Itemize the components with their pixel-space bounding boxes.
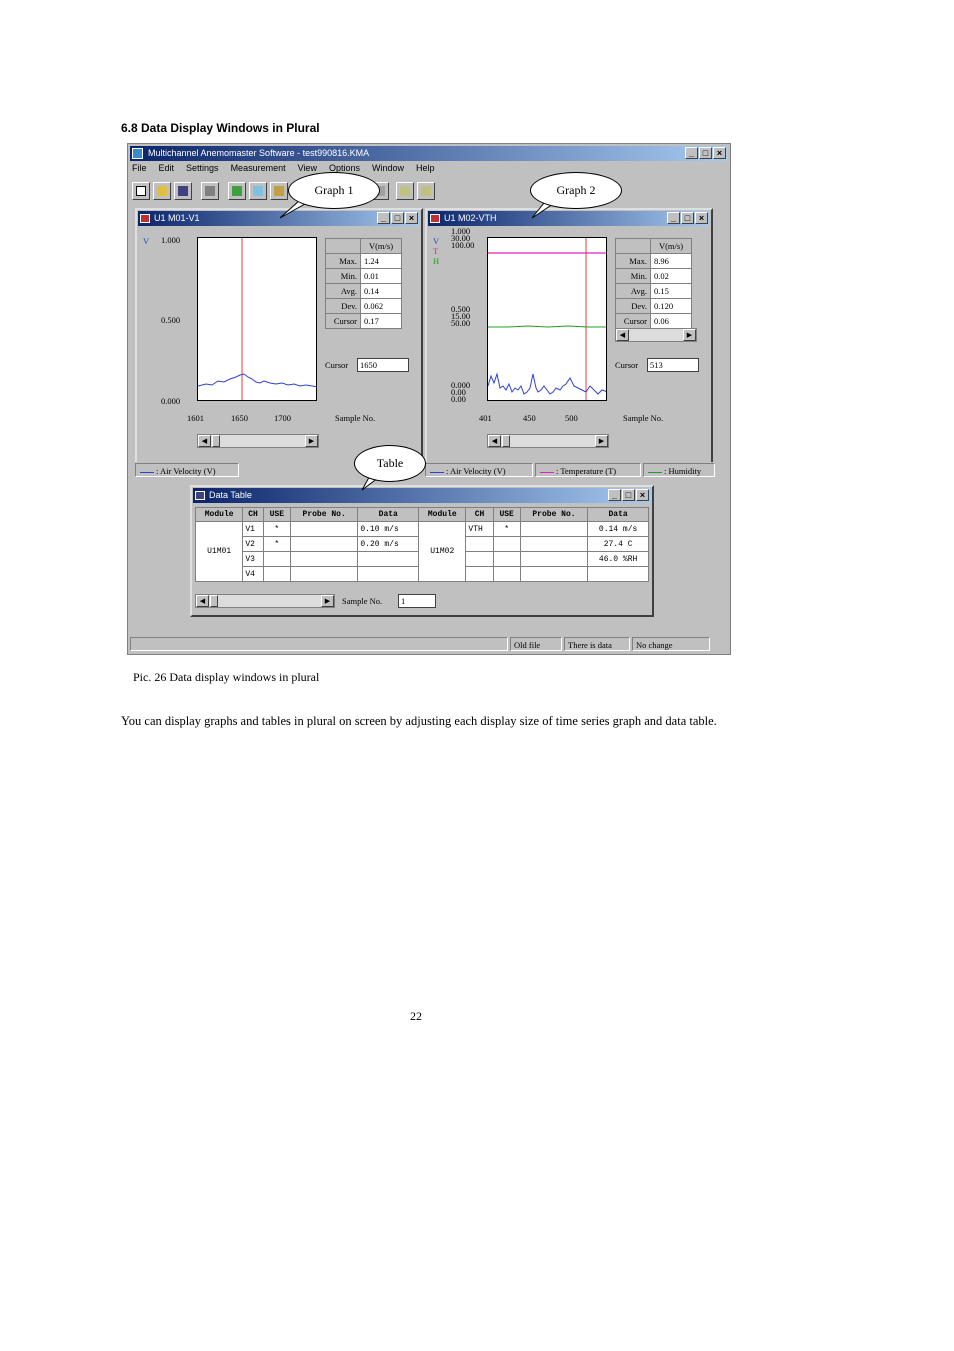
figure-caption: Pic. 26 Data display windows in plural (133, 670, 320, 684)
graph2-callout: Graph 2 (530, 172, 622, 209)
graph1-callout: Graph 1 (288, 172, 380, 209)
page-number: 22 (410, 1009, 422, 1023)
callout-tails (279, 197, 564, 491)
table-callout: Table (354, 445, 426, 482)
body-paragraph: You can display graphs and tables in plu… (121, 714, 717, 728)
